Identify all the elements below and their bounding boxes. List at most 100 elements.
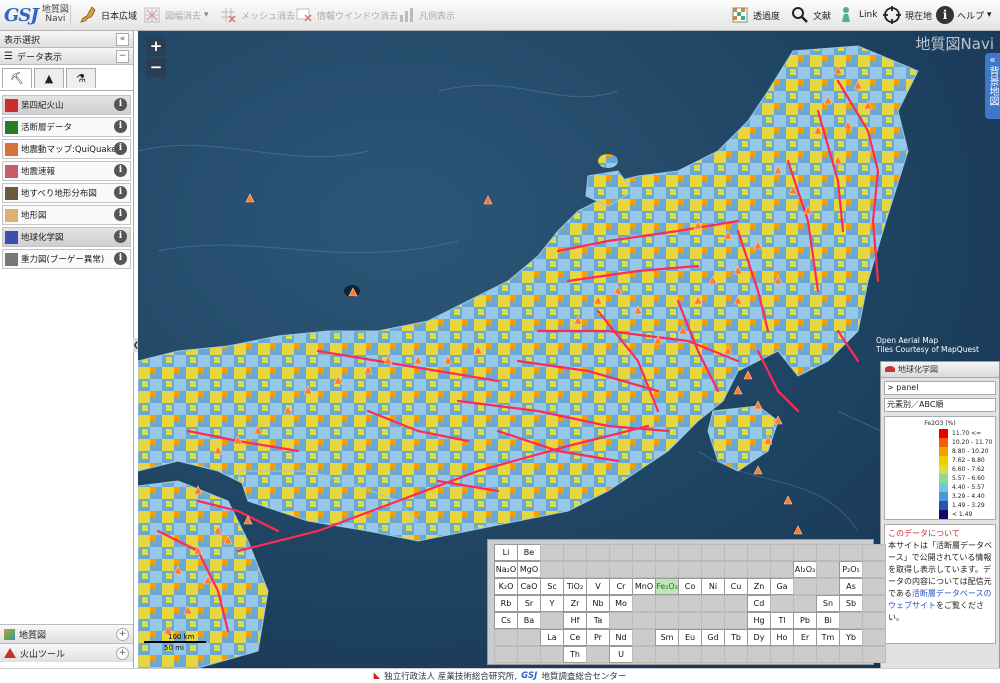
element-cell[interactable]: Th xyxy=(563,646,587,663)
element-cell[interactable]: Co xyxy=(678,578,702,595)
layer-info-icon[interactable]: i xyxy=(114,252,127,265)
layer-info-icon[interactable]: i xyxy=(114,230,127,243)
element-cell[interactable]: Hf xyxy=(563,612,587,629)
element-cell[interactable]: Li xyxy=(494,544,518,561)
element-cell[interactable]: Mo xyxy=(609,595,633,612)
element-cell[interactable]: Zr xyxy=(563,595,587,612)
element-cell[interactable]: P₂O₅ xyxy=(839,561,863,578)
element-cell[interactable]: K₂O xyxy=(494,578,518,595)
element-order-button[interactable]: 元素別／ABC順 xyxy=(884,398,996,412)
element-cell[interactable]: MnO xyxy=(632,578,656,595)
element-cell[interactable]: Pb xyxy=(793,612,817,629)
element-cell[interactable]: Cu xyxy=(724,578,748,595)
element-cell[interactable]: Hg xyxy=(747,612,771,629)
literature-button[interactable]: 文献 xyxy=(790,4,831,26)
element-cell[interactable]: Fe₂O₃ xyxy=(655,578,679,595)
element-cell[interactable]: Sr xyxy=(517,595,541,612)
collapse-sidebar-button[interactable]: « xyxy=(116,33,129,46)
element-cell[interactable]: Be xyxy=(517,544,541,561)
element-cell[interactable]: Nd xyxy=(609,629,633,646)
layer-info-icon[interactable]: i xyxy=(114,186,127,199)
element-cell[interactable]: Pr xyxy=(586,629,610,646)
toolbar-divider xyxy=(70,5,71,25)
layer-item[interactable]: 地震動マップ:QuiQuake i xyxy=(2,139,131,159)
element-cell[interactable]: Ce xyxy=(563,629,587,646)
element-cell[interactable]: As xyxy=(839,578,863,595)
data-display-header[interactable]: ☰ データ表示 − xyxy=(0,48,133,65)
element-cell[interactable]: Sm xyxy=(655,629,679,646)
element-cell[interactable]: U xyxy=(609,646,633,663)
element-cell[interactable]: Ho xyxy=(770,629,794,646)
element-cell[interactable]: MgO xyxy=(517,561,541,578)
element-cell[interactable]: Gd xyxy=(701,629,725,646)
footer-gsj: 地質調査総合センター xyxy=(541,672,627,682)
element-cell[interactable]: Tb xyxy=(724,629,748,646)
show-legend-button[interactable]: 凡例表示 xyxy=(396,4,455,26)
layer-item[interactable]: 地すべり地形分布図 i xyxy=(2,183,131,203)
layer-info-icon[interactable]: i xyxy=(114,142,127,155)
element-cell[interactable]: Dy xyxy=(747,629,771,646)
element-cell[interactable]: Eu xyxy=(678,629,702,646)
element-cell[interactable]: Rb xyxy=(494,595,518,612)
tab-hammer[interactable]: ⛏ xyxy=(2,68,32,88)
color-ramp-label: 1.49 - 3.29 xyxy=(952,502,985,509)
help-button[interactable]: i ヘルプ ▾ xyxy=(936,4,992,26)
legend-title: 地球化学図 xyxy=(881,362,999,378)
zoom-in-button[interactable]: + xyxy=(146,37,166,56)
element-cell[interactable]: Na₂O xyxy=(494,561,518,578)
element-cell[interactable]: Bi xyxy=(816,612,840,629)
element-cell[interactable]: Nb xyxy=(586,595,610,612)
panel-button[interactable]: > panel xyxy=(884,381,996,395)
element-cell[interactable]: Sb xyxy=(839,595,863,612)
element-cell[interactable]: CaO xyxy=(517,578,541,595)
element-cell[interactable]: TiO₂ xyxy=(563,578,587,595)
japan-wide-button[interactable]: 日本広域 xyxy=(78,4,137,26)
element-cell[interactable]: V xyxy=(586,578,610,595)
layer-item[interactable]: 地震速報 i xyxy=(2,161,131,181)
layer-info-icon[interactable]: i xyxy=(114,98,127,111)
clear-info-window-button[interactable]: 情報ウインドウ消去 xyxy=(294,4,398,26)
element-cell[interactable]: Cr xyxy=(609,578,633,595)
background-map-tab[interactable]: « 背景地図 xyxy=(985,53,1000,119)
sidebar-volcano-tools[interactable]: 火山ツール + xyxy=(0,643,133,662)
element-cell[interactable]: Ni xyxy=(701,578,725,595)
layer-info-icon[interactable]: i xyxy=(114,164,127,177)
layer-item[interactable]: 活断層データ i xyxy=(2,117,131,137)
element-cell[interactable]: Sn xyxy=(816,595,840,612)
element-cell[interactable]: La xyxy=(540,629,564,646)
element-cell[interactable]: Zn xyxy=(747,578,771,595)
layer-item[interactable]: 重力図(ブーゲー異常) i xyxy=(2,249,131,269)
sidebar-geology-map[interactable]: 地質図 + xyxy=(0,624,133,643)
zoom-out-button[interactable]: − xyxy=(146,58,166,77)
element-cell[interactable]: Al₂O₃ xyxy=(793,561,817,578)
element-cell[interactable]: Ta xyxy=(586,612,610,629)
element-cell[interactable]: Tm xyxy=(816,629,840,646)
link-label: Link xyxy=(859,10,878,20)
transparency-button[interactable]: 透過度 xyxy=(730,4,780,26)
layer-info-icon[interactable]: i xyxy=(114,208,127,221)
clear-mesh-button[interactable]: メッシュ消去 xyxy=(218,4,295,26)
expand-geology-map-button[interactable]: + xyxy=(116,628,129,641)
app-logo[interactable]: GSJ 地質図 Navi xyxy=(4,2,69,28)
element-cell[interactable]: Sc xyxy=(540,578,564,595)
data-display-toggle[interactable]: − xyxy=(116,50,129,63)
layer-info-icon[interactable]: i xyxy=(114,120,127,133)
layer-item[interactable]: 第四紀火山 i xyxy=(2,95,131,115)
element-cell[interactable]: Ba xyxy=(517,612,541,629)
element-cell[interactable]: Ga xyxy=(770,578,794,595)
element-cell[interactable]: Cd xyxy=(747,595,771,612)
expand-volcano-tools-button[interactable]: + xyxy=(116,647,129,660)
map-view[interactable]: + − 地質図Navi « 背景地図 Open Aerial Map Tiles… xyxy=(138,31,1000,668)
element-cell[interactable]: Tl xyxy=(770,612,794,629)
tab-mountain[interactable]: ▲ xyxy=(34,68,64,88)
layer-item[interactable]: 地球化学図 i xyxy=(2,227,131,247)
clear-outlines-button[interactable]: 図幅消去 ▾ xyxy=(142,4,209,26)
current-location-button[interactable]: 現在地 xyxy=(882,4,932,26)
element-cell[interactable]: Y xyxy=(540,595,564,612)
element-cell[interactable]: Er xyxy=(793,629,817,646)
element-cell[interactable]: Cs xyxy=(494,612,518,629)
tab-flask[interactable]: ⚗ xyxy=(66,68,96,88)
link-button[interactable]: Link xyxy=(836,4,877,26)
layer-item[interactable]: 地形図 i xyxy=(2,205,131,225)
element-cell[interactable]: Yb xyxy=(839,629,863,646)
